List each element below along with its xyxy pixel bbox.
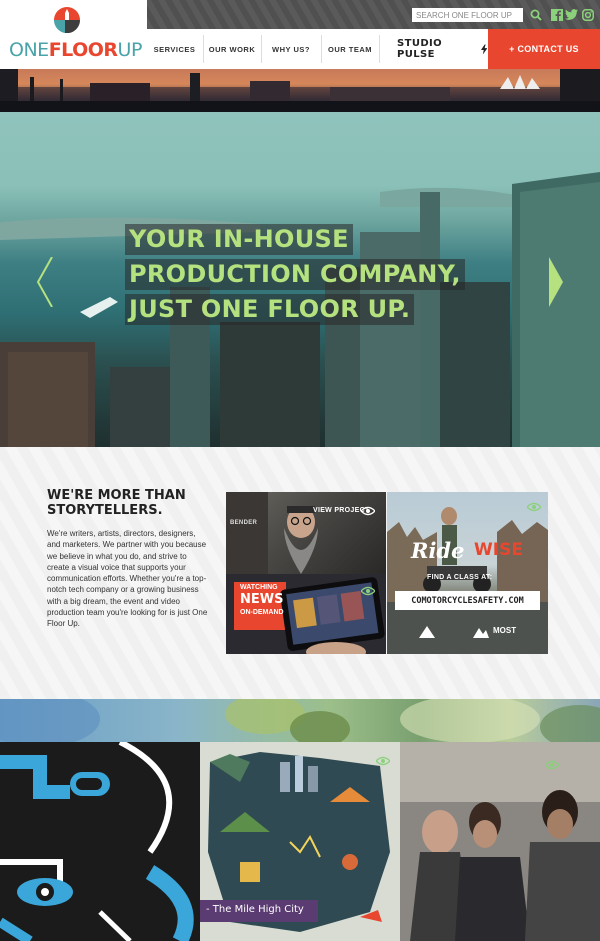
eye-icon [376,756,390,766]
intro-body: We're writers, artists, directors, desig… [47,529,208,629]
next-slide-arrow[interactable] [548,257,564,307]
hero-headline-line: YOUR IN-HOUSE [125,224,353,255]
portfolio-tile-news[interactable]: WATCHING NEWS ON-DEMAND [226,574,386,654]
nav-our-team[interactable]: OUR TEAM [322,29,378,69]
motorcycle-safety-domain: COMOTORCYCLESAFETY.COM [395,591,540,610]
hero-headline-line: PRODUCTION COMPANY, [125,259,465,290]
wise-wordmark: WISE [474,540,523,560]
tile-bender-label: BENDER [230,520,258,526]
hero-headline: YOUR IN-HOUSE PRODUCTION COMPANY, JUST O… [125,224,465,329]
tile-ondemand-label: ON-DEMAND [240,609,284,616]
intro-section: WE'RE MORE THAN STORYTELLERS. We're writ… [0,447,600,699]
map-caption: - The Mile High City [206,904,304,915]
tile-news-label: NEWS [240,592,284,607]
find-class-label: FIND A CLASS AT: [427,574,493,581]
search-input[interactable] [412,8,523,22]
ride-wordmark: Ride [411,538,465,563]
main-nav: SERVICES OUR WORK WHY US? OUR TEAM STUDI… [147,29,600,69]
eye-icon [545,760,559,770]
contact-us-button[interactable]: + CONTACT US [488,29,600,69]
portfolio-grid: BENDER VIEW PROJECT Ride WISE FIND A CLA… [226,492,548,654]
most-label: MOST [493,626,517,635]
most-logo-icon [473,628,489,638]
portfolio-tile-illustration[interactable] [0,742,200,941]
logo-wordmark: ONEFLOORUP [9,39,142,61]
nav-why-us[interactable]: WHY US? [262,29,320,69]
eye-icon [361,506,375,516]
previous-slide-arrow[interactable] [37,257,53,307]
portfolio-tile-ridewise[interactable]: Ride WISE FIND A CLASS AT: COMOTORCYCLES… [387,492,548,654]
foliage-banner-image [0,699,600,742]
site-header: ONEFLOORUP SERVICES OUR WORK WHY US? OUR… [0,0,600,69]
portfolio-tile-bender[interactable]: BENDER VIEW PROJECT [226,492,386,574]
eye-icon [361,586,375,596]
sunset-banner-image [0,69,600,112]
portfolio-tile-students[interactable] [400,742,600,941]
hero-slider: YOUR IN-HOUSE PRODUCTION COMPANY, JUST O… [0,112,600,447]
portfolio-tile-denver-map[interactable]: - The Mile High City [200,742,400,941]
tile-watching-label: WATCHING [240,584,278,591]
facebook-icon[interactable] [550,8,563,21]
utility-bar [147,0,600,29]
lightning-icon [480,43,487,55]
studio-pulse-label: STUDIO PULSE [397,38,443,60]
logo-mark-icon [53,7,81,33]
twitter-icon[interactable] [565,8,578,21]
nav-divider [379,35,380,63]
logo-floor: FLOOR [48,39,118,61]
logo-up: UP [117,39,143,61]
logo[interactable]: ONEFLOORUP [0,0,147,69]
nav-services[interactable]: SERVICES [147,29,202,69]
search-icon[interactable] [529,8,542,21]
studio-pulse-link[interactable]: STUDIO PULSE [397,29,487,69]
intro-title: WE'RE MORE THAN STORYTELLERS. [47,488,186,518]
nav-our-work[interactable]: OUR WORK [204,29,260,69]
logo-one: ONE [9,39,49,61]
mountain-logo-icon [419,626,435,638]
hero-headline-line: JUST ONE FLOOR UP. [125,294,415,325]
instagram-icon[interactable] [581,8,594,21]
eye-icon [527,502,541,512]
